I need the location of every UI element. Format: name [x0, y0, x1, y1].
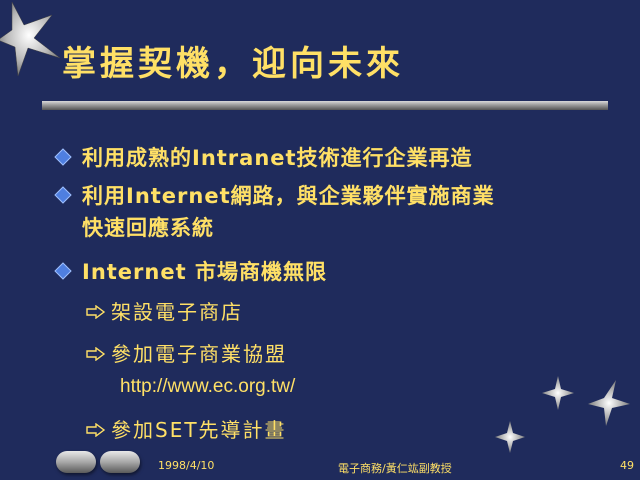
- arrow-right-icon: [86, 305, 106, 319]
- title-divider: [42, 101, 608, 110]
- diamond-bullet-icon: [54, 186, 72, 204]
- star-decoration-icon: [542, 376, 574, 410]
- bullet-item: Internet 市場商機無限: [54, 256, 327, 288]
- sub-bullet-item: 參加電子商業協盟: [86, 340, 287, 368]
- url-link[interactable]: http://www.ec.org.tw/: [120, 376, 295, 398]
- star-decoration-icon: [495, 421, 525, 453]
- sub-bullet-item: 架設電子商店: [86, 298, 243, 326]
- star-decoration-icon: [588, 380, 630, 426]
- diamond-bullet-icon: [54, 262, 72, 280]
- bullet-text: 利用成熟的Intranet技術進行企業再造: [82, 146, 473, 170]
- bullet-text: Internet 市場商機無限: [82, 260, 327, 284]
- sub-bullet-text: 架設電子商店: [111, 300, 243, 324]
- next-slide-button[interactable]: [100, 451, 140, 473]
- sub-bullet-text: 參加SET先導計畫: [111, 418, 287, 442]
- footer-author: 電子商務/黃仁竑副教授: [338, 462, 452, 475]
- star-decoration-icon: [0, 1, 61, 77]
- bullet-item: 利用Internet網路，與企業夥伴實施商業 快速回應系統: [54, 180, 495, 244]
- diamond-bullet-icon: [54, 148, 72, 166]
- bullet-item: 利用成熟的Intranet技術進行企業再造: [54, 142, 473, 174]
- arrow-right-icon: [86, 423, 106, 437]
- footer-date: 1998/4/10: [158, 459, 215, 472]
- slide: 掌握契機，迎向未來 利用成熟的Intranet技術進行企業再造 利用Intern…: [0, 0, 640, 480]
- slide-title: 掌握契機，迎向未來: [62, 44, 404, 84]
- previous-slide-button[interactable]: [56, 451, 96, 473]
- page-number: 49: [620, 459, 634, 472]
- sub-bullet-text: 參加電子商業協盟: [111, 342, 287, 366]
- bullet-text: 利用Internet網路，與企業夥伴實施商業 快速回應系統: [82, 184, 495, 240]
- arrow-right-icon: [86, 347, 106, 361]
- sub-bullet-item: 參加SET先導計畫: [86, 416, 287, 444]
